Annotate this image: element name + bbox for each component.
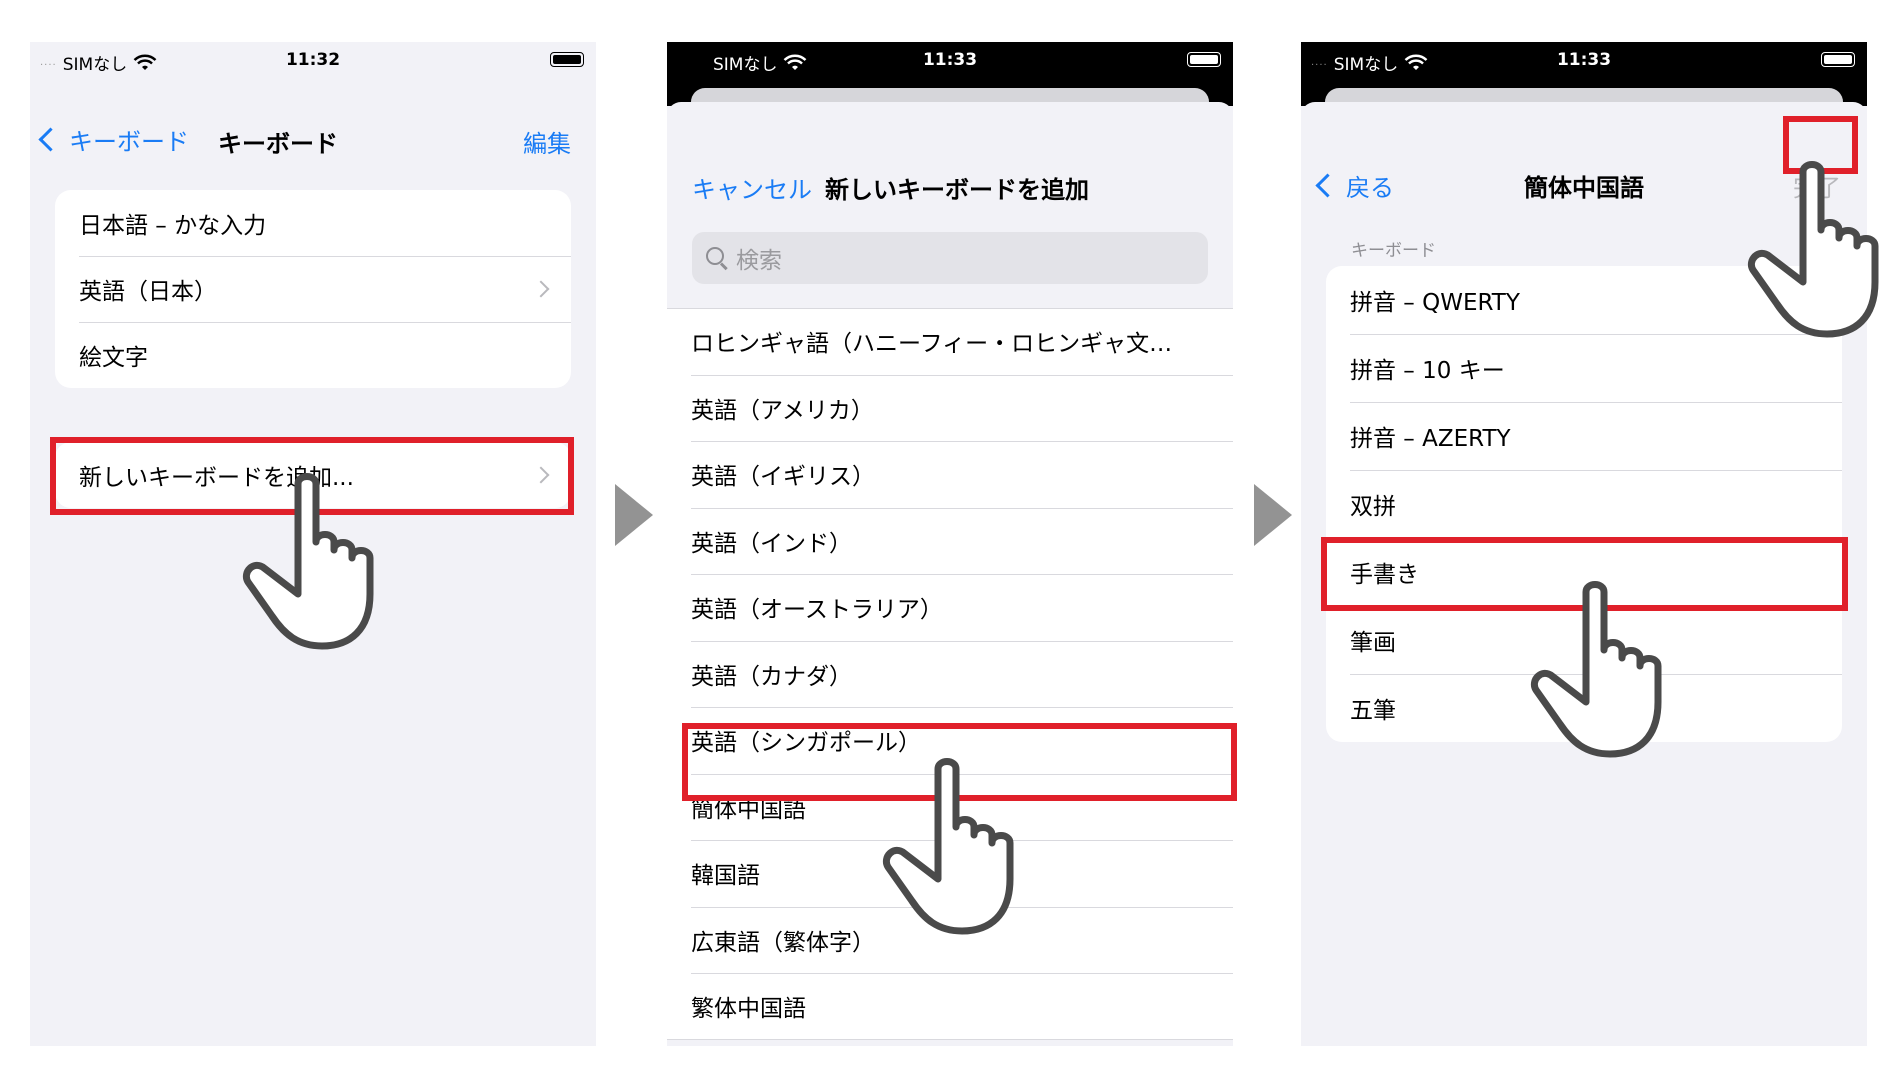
keyboard-item-japanese-kana[interactable]: 日本語 – かな入力 bbox=[55, 190, 571, 256]
list-item[interactable]: 拼音 – 10 キー bbox=[1326, 334, 1842, 402]
search-icon bbox=[706, 247, 728, 269]
battery-icon bbox=[550, 52, 584, 67]
page-title: キーボード bbox=[218, 130, 338, 158]
edit-button[interactable]: 編集 bbox=[523, 124, 571, 159]
cancel-button[interactable]: キャンセル bbox=[692, 170, 812, 205]
pointing-hand-icon bbox=[1531, 581, 1662, 758]
keyboard-item-label: 英語（日本） bbox=[79, 279, 217, 305]
cancel-label: キャンセル bbox=[692, 176, 812, 204]
list-item-label: 拼音 – 10 キー bbox=[1350, 358, 1505, 384]
list-item-label: 五筆 bbox=[1350, 698, 1396, 724]
status-bar: .... SIMなし 11:32 bbox=[30, 42, 596, 82]
list-item[interactable]: 繁体中国語 bbox=[667, 973, 1233, 1040]
list-item-label: 英語（イギリス） bbox=[691, 464, 875, 491]
list-item-label: 拼音 – QWERTY bbox=[1350, 290, 1520, 316]
status-time: 11:32 bbox=[285, 50, 341, 70]
search-placeholder: 検索 bbox=[736, 248, 782, 274]
list-item-label: 双拼 bbox=[1350, 494, 1396, 520]
list-item-label: 英語（インド） bbox=[691, 530, 852, 557]
next-step-arrow-icon bbox=[1254, 484, 1292, 546]
battery-icon bbox=[1187, 52, 1221, 67]
list-item[interactable]: ロヒンギャ語（ハニーフィー・ロヒンギャ文… bbox=[667, 308, 1233, 375]
list-item[interactable]: 双拼 bbox=[1326, 470, 1842, 538]
list-item-label: 筆画 bbox=[1350, 630, 1396, 656]
keyboard-list: 日本語 – かな入力 英語（日本） 絵文字 bbox=[55, 190, 571, 388]
list-item-label: 拼音 – AZERTY bbox=[1350, 426, 1511, 452]
list-item[interactable]: 拼音 – AZERTY bbox=[1326, 402, 1842, 470]
next-step-arrow-icon bbox=[615, 484, 653, 546]
list-item[interactable]: 英語（アメリカ） bbox=[667, 374, 1233, 442]
list-item[interactable]: 英語（オーストラリア） bbox=[667, 574, 1233, 641]
keyboard-item-label: 絵文字 bbox=[79, 345, 148, 371]
list-item[interactable]: 英語（カナダ） bbox=[667, 640, 1233, 708]
keyboard-item-emoji[interactable]: 絵文字 bbox=[55, 322, 571, 388]
list-item-label: ロヒンギャ語（ハニーフィー・ロヒンギャ文… bbox=[691, 331, 1173, 358]
keyboard-item-english-japan[interactable]: 英語（日本） bbox=[55, 256, 571, 322]
list-item-label: 英語（カナダ） bbox=[691, 663, 852, 690]
pointing-hand-icon bbox=[1748, 161, 1879, 338]
pointing-hand-icon bbox=[883, 758, 1014, 935]
list-item[interactable]: 英語（イギリス） bbox=[667, 441, 1233, 508]
chevron-right-icon bbox=[532, 280, 550, 298]
edit-label: 編集 bbox=[523, 130, 571, 158]
battery-icon bbox=[1821, 52, 1855, 67]
list-item[interactable]: 英語（インド） bbox=[667, 507, 1233, 575]
status-time: 11:33 bbox=[1556, 50, 1612, 70]
list-item-label: 英語（アメリカ） bbox=[691, 397, 874, 424]
list-item-label: 韓国語 bbox=[691, 863, 760, 890]
status-bar: SIMなし 11:33 bbox=[667, 42, 1233, 82]
keyboard-item-label: 日本語 – かな入力 bbox=[79, 213, 267, 239]
sheet-title: 新しいキーボードを追加 bbox=[825, 176, 1089, 204]
status-bar: .... SIMなし 11:33 bbox=[1301, 42, 1867, 82]
status-time: 11:33 bbox=[922, 50, 978, 70]
pointing-hand-icon bbox=[243, 473, 374, 650]
list-item-label: 英語（オーストラリア） bbox=[691, 597, 943, 624]
search-field[interactable]: 検索 bbox=[692, 232, 1208, 284]
section-header: キーボード bbox=[1351, 241, 1436, 261]
list-item-label: 繁体中国語 bbox=[691, 996, 806, 1023]
list-item-label: 広東語（繁体字） bbox=[691, 929, 875, 956]
